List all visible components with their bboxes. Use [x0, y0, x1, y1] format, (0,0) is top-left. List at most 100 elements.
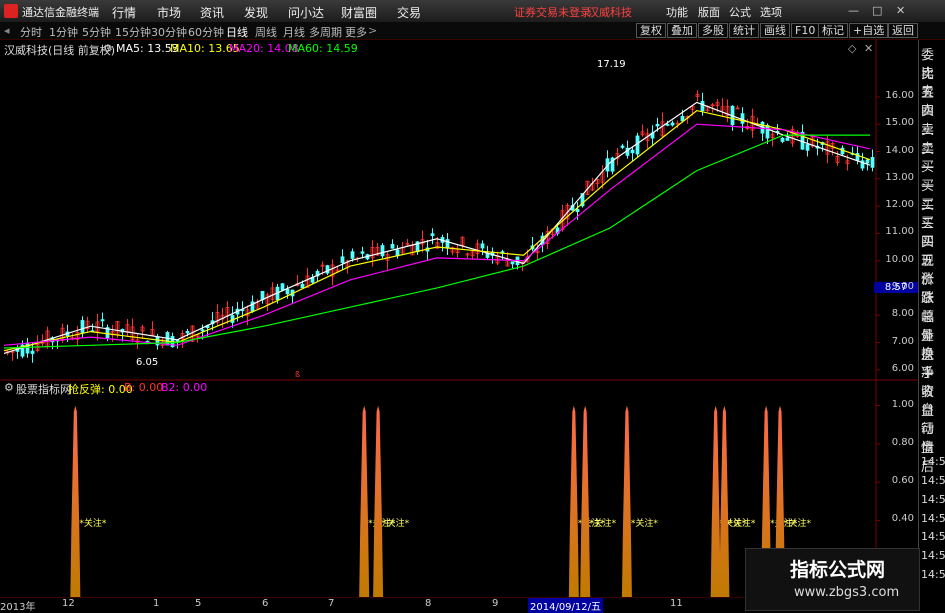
indicator-name: 股票指标网 — [16, 383, 71, 396]
candle-body — [780, 137, 785, 142]
watermark-url: www.zbgs3.com — [794, 585, 900, 600]
tab-intraday[interactable]: 分时 — [20, 24, 42, 40]
indicator-spike — [719, 405, 730, 597]
menu-market[interactable]: 市场 — [157, 4, 181, 21]
menu-wealth[interactable]: 财富圈 — [341, 4, 377, 21]
candle-body — [300, 283, 305, 289]
menu-wenxiaoda[interactable]: 问小达 — [288, 4, 324, 21]
tab-15min[interactable]: 15分钟 — [115, 24, 151, 40]
indicator-tick-label: 1.00 — [891, 398, 914, 410]
candle-body — [510, 261, 515, 265]
price-chart[interactable]: *关注**关注**关注**关注**关注**关注**关注**关注**关注**关注* — [0, 40, 918, 609]
rights-adjust-button[interactable]: 复权 — [636, 23, 666, 38]
side-panel-item[interactable]: 14:50 — [921, 493, 945, 506]
candle-body — [620, 145, 625, 148]
time-tick-label: 1 — [153, 598, 160, 609]
candle-body — [185, 331, 190, 334]
tab-1min[interactable]: 1分钟 — [49, 24, 78, 40]
mark-button[interactable]: 标记 — [818, 23, 848, 38]
time-tick-label: 5 — [195, 598, 202, 609]
tab-more[interactable]: 更多 — [345, 24, 367, 40]
side-panel-item[interactable]: 14:50 — [921, 549, 945, 562]
watermark: 指标公式网 www.zbgs3.com — [745, 548, 920, 611]
indicator-spike — [580, 405, 591, 597]
menu-quotes[interactable]: 行情 — [112, 4, 136, 21]
candle-body — [390, 244, 395, 249]
side-panel-item[interactable]: 14:50 — [921, 512, 945, 525]
menu-formula[interactable]: 公式 — [729, 4, 751, 20]
close-icon[interactable]: ✕ — [896, 4, 905, 17]
draw-line-button[interactable]: 画线 — [760, 23, 790, 38]
candle-body — [325, 265, 330, 274]
stock-tag: 汉威科技 — [588, 6, 632, 19]
price-tick-label: 14.00 — [885, 144, 914, 156]
indicator-var1: 抢反弹: 0.00 — [68, 383, 133, 396]
indicator-tick-label: 0.80 — [891, 436, 914, 448]
maximize-icon[interactable]: □ — [872, 4, 882, 17]
indicator-label: *关注* — [589, 517, 617, 529]
tab-60min[interactable]: 60分钟 — [188, 24, 224, 40]
low-label: 6.05 — [136, 357, 159, 368]
time-tick-label: 8 — [425, 598, 432, 609]
menu-bar: 通达信金融终端 行情 市场 资讯 发现 问小达 财富圈 交易 证券交易未登录 汉… — [0, 0, 945, 23]
price-tick-label: 11.00 — [885, 226, 914, 238]
statistics-button[interactable]: 统计 — [729, 23, 759, 38]
trade-login-status[interactable]: 证券交易未登录 — [514, 4, 591, 20]
indicator-label: *关注* — [784, 517, 812, 529]
candle-body — [635, 135, 640, 155]
candle-body — [700, 101, 705, 112]
menu-function[interactable]: 功能 — [666, 4, 688, 20]
tab-5min[interactable]: 5分钟 — [82, 24, 111, 40]
side-panel-item[interactable]: 14:50 — [921, 530, 945, 543]
side-panel-item[interactable]: 14:50 — [921, 474, 945, 487]
candle-body — [575, 208, 580, 213]
candle-body — [630, 149, 635, 154]
candle-body — [430, 233, 435, 236]
more-arrow-icon[interactable]: > — [368, 24, 377, 37]
price-tick-label: 8.00 — [891, 308, 914, 320]
indicator-gear-icon[interactable]: ⚙ — [4, 381, 14, 394]
add-watchlist-button[interactable]: +自选 — [849, 23, 889, 38]
f10-button[interactable]: F10 — [791, 23, 820, 38]
tab-30min[interactable]: 30分钟 — [151, 24, 187, 40]
price-tick-label: 6.00 — [891, 362, 914, 374]
candle-body — [80, 320, 85, 333]
indicator-spike — [568, 405, 579, 597]
tab-multi-period[interactable]: 多周期 — [309, 24, 342, 40]
candle-body — [480, 243, 485, 249]
candle-body — [665, 123, 670, 126]
menu-discover[interactable]: 发现 — [244, 4, 268, 21]
tab-daily[interactable]: 日线 — [226, 24, 248, 40]
menu-trade[interactable]: 交易 — [397, 4, 421, 21]
candle-body — [765, 124, 770, 139]
candle-body — [285, 288, 290, 295]
indicator-label: *关注* — [382, 517, 410, 529]
indicator-header: ⚙ 股票指标网 抢反弹: 0.00 B: 0.00 B2: 0.00 — [0, 380, 880, 396]
time-tick-label: 2013年 — [0, 602, 36, 613]
multi-stock-button[interactable]: 多股 — [698, 23, 728, 38]
ma-line-ma5 — [3, 101, 871, 354]
price-tick-label: 7.00 — [891, 335, 914, 347]
minimize-icon[interactable]: — — [848, 4, 859, 17]
time-tick-label: 2014/09/12/五 — [528, 598, 604, 613]
side-panel-item[interactable]: 14:50 — [921, 568, 945, 581]
time-tick-label: 9 — [492, 598, 499, 609]
time-tick-label: 11 — [670, 598, 683, 609]
return-button[interactable]: 返回 — [888, 23, 918, 38]
price-tick-label: 15.00 — [885, 117, 914, 129]
tab-monthly[interactable]: 月线 — [283, 24, 305, 40]
candle-body — [670, 122, 675, 126]
side-panel-item[interactable]: 14:50 — [921, 455, 945, 468]
menu-layout[interactable]: 版面 — [698, 4, 720, 20]
price-tick-label: 16.00 — [885, 89, 914, 101]
ma-line-ma20 — [3, 123, 871, 346]
overlay-button[interactable]: 叠加 — [667, 23, 697, 38]
menu-options[interactable]: 选项 — [760, 4, 782, 20]
indicator-spike — [621, 405, 632, 597]
candle-body — [805, 144, 810, 151]
nav-back-icon[interactable]: ◂ — [4, 24, 10, 37]
quote-side-panel: 委比 卖五 卖四 卖三 卖二 卖一 买一 买二 买三 买四 买五 现价 涨跌 涨幅 总量 外盘 换手 净资 收益 自动… — [918, 40, 945, 609]
menu-news[interactable]: 资讯 — [200, 4, 224, 21]
candle-body — [380, 245, 385, 257]
tab-weekly[interactable]: 周线 — [255, 24, 277, 40]
